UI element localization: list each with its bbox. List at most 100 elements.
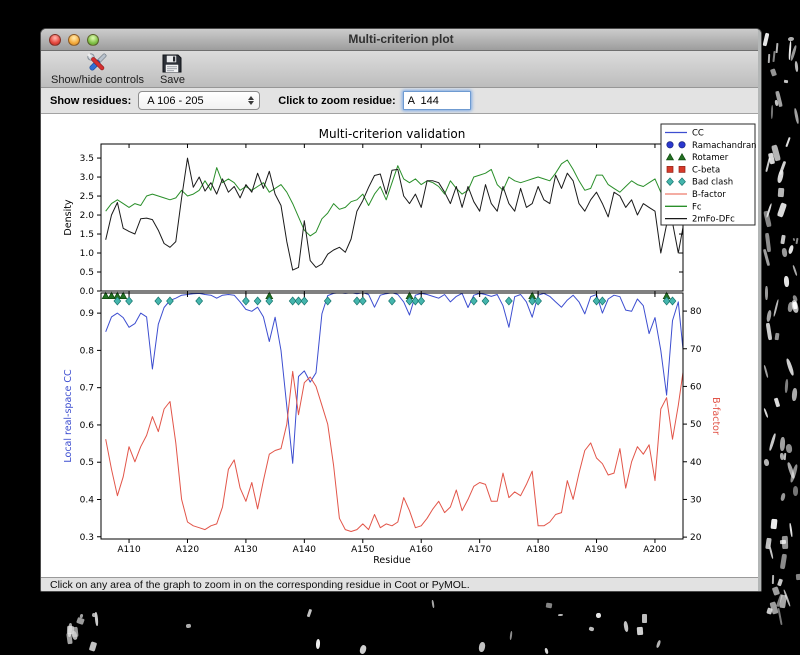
- svg-text:70: 70: [690, 345, 702, 355]
- svg-text:20: 20: [690, 533, 702, 543]
- scan-artifact: [779, 540, 786, 546]
- svg-text:B-factor: B-factor: [692, 190, 726, 200]
- scan-artifact: [775, 42, 778, 53]
- scan-artifact: [791, 387, 798, 402]
- statusbar: Click on any area of the graph to zoom i…: [41, 577, 761, 591]
- svg-text:A180: A180: [526, 545, 550, 555]
- scan-artifact: [185, 623, 192, 629]
- screen: { "window": { "title": "Multi-criterion …: [0, 0, 800, 655]
- svg-text:80: 80: [690, 307, 702, 317]
- show-residues-select[interactable]: A 106 - 205: [138, 91, 261, 110]
- scan-artifact: [766, 309, 773, 322]
- scan-artifact: [772, 51, 776, 63]
- scan-artifact: [777, 202, 788, 218]
- scan-artifact: [774, 91, 783, 108]
- zoom-residue-label: Click to zoom residue:: [278, 94, 396, 107]
- tools-icon: [84, 52, 110, 74]
- svg-text:50: 50: [690, 420, 702, 430]
- plot-area: A110 A120 A130 A140 A150 A160 A170 A180 A190 A200…: [41, 114, 761, 577]
- scan-artifact: [655, 639, 662, 649]
- scan-artifact: [770, 105, 773, 119]
- scan-artifact: [795, 238, 799, 245]
- show-residues-label: Show residues:: [50, 94, 132, 107]
- scan-artifact: [782, 536, 789, 550]
- scan-artifact: [783, 79, 789, 84]
- scan-artifact: [783, 275, 790, 287]
- scan-artifact: [768, 544, 774, 560]
- titlebar[interactable]: Multi-criterion plot: [41, 29, 761, 51]
- scan-artifact: [775, 594, 783, 608]
- scan-artifact: [790, 299, 799, 314]
- svg-text:A170: A170: [468, 545, 492, 555]
- scan-artifact: [94, 612, 99, 628]
- scan-artifact: [784, 378, 789, 393]
- scan-artifact: [771, 144, 782, 162]
- svg-text:Multi-criterion validation: Multi-criterion validation: [319, 127, 466, 141]
- svg-text:0.5: 0.5: [80, 458, 94, 468]
- legend: CC Ramachandran Rotamer C-beta Bad clash B-fa…: [660, 123, 757, 226]
- scan-artifact: [791, 294, 799, 303]
- scan-artifact: [765, 323, 772, 341]
- svg-text:Density: Density: [63, 199, 74, 235]
- svg-text:2.5: 2.5: [80, 192, 94, 202]
- show-hide-controls-button[interactable]: Show/hide controls: [51, 52, 144, 86]
- scan-artifact: [509, 630, 513, 641]
- scan-artifact: [776, 169, 784, 184]
- show-residues-value: A 106 - 205: [147, 94, 204, 107]
- svg-text:A120: A120: [176, 545, 200, 555]
- svg-text:A110: A110: [117, 545, 141, 555]
- scan-artifact: [784, 136, 790, 147]
- scan-artifact: [765, 158, 771, 172]
- svg-text:CC: CC: [692, 129, 704, 139]
- scan-artifact: [557, 613, 564, 617]
- scan-artifact: [763, 210, 772, 228]
- toolbar: Show/hide controls Save: [41, 51, 761, 88]
- scan-artifact: [763, 408, 769, 419]
- scan-artifact: [787, 36, 795, 42]
- svg-text:0.4: 0.4: [80, 495, 95, 505]
- window-edge: [758, 29, 761, 591]
- scan-artifact: [71, 626, 79, 637]
- svg-text:0.8: 0.8: [80, 346, 95, 356]
- scan-artifact: [766, 202, 773, 218]
- svg-text:A160: A160: [410, 545, 434, 555]
- multi-criterion-figure[interactable]: A110 A120 A130 A140 A150 A160 A170 A180 A190 A200…: [41, 114, 762, 577]
- scan-artifact: [795, 573, 800, 580]
- scan-artifact: [67, 623, 73, 638]
- scan-artifact: [765, 537, 772, 550]
- scan-artifact: [588, 626, 595, 632]
- svg-text:3.5: 3.5: [80, 154, 94, 164]
- scan-artifact: [779, 594, 787, 609]
- svg-text:C-beta: C-beta: [692, 165, 720, 175]
- close-button[interactable]: [49, 34, 61, 46]
- scan-artifact: [785, 461, 795, 479]
- scan-artifact: [762, 32, 770, 47]
- scan-artifact: [770, 518, 778, 530]
- scan-artifact: [636, 627, 643, 636]
- svg-text:2.0: 2.0: [80, 211, 95, 221]
- scan-artifact: [79, 614, 83, 619]
- scan-artifact: [767, 432, 776, 452]
- scan-artifact: [782, 589, 791, 607]
- controls-bar: Show residues: A 106 - 205 Click to zoom…: [41, 88, 761, 114]
- scan-artifact: [789, 522, 794, 538]
- zoom-residue-input[interactable]: [402, 91, 471, 110]
- status-text: Click on any area of the graph to zoom i…: [50, 579, 470, 591]
- scan-artifact: [788, 40, 793, 60]
- scan-artifact: [623, 621, 630, 633]
- zoom-button[interactable]: [87, 34, 99, 46]
- svg-text:0.0: 0.0: [80, 287, 95, 297]
- save-button[interactable]: Save: [160, 52, 185, 86]
- scan-artifact: [772, 575, 775, 585]
- scan-artifact: [774, 397, 781, 407]
- svg-text:Rotamer: Rotamer: [692, 153, 729, 163]
- scan-artifact: [777, 188, 784, 198]
- svg-text:40: 40: [690, 458, 702, 468]
- scan-artifact: [778, 160, 787, 175]
- svg-text:1.5: 1.5: [80, 230, 94, 240]
- minimize-button[interactable]: [68, 34, 80, 46]
- scan-artifact: [794, 60, 800, 72]
- scan-artifact: [783, 453, 787, 461]
- scan-artifact: [545, 602, 553, 609]
- svg-text:B-factor: B-factor: [710, 397, 721, 435]
